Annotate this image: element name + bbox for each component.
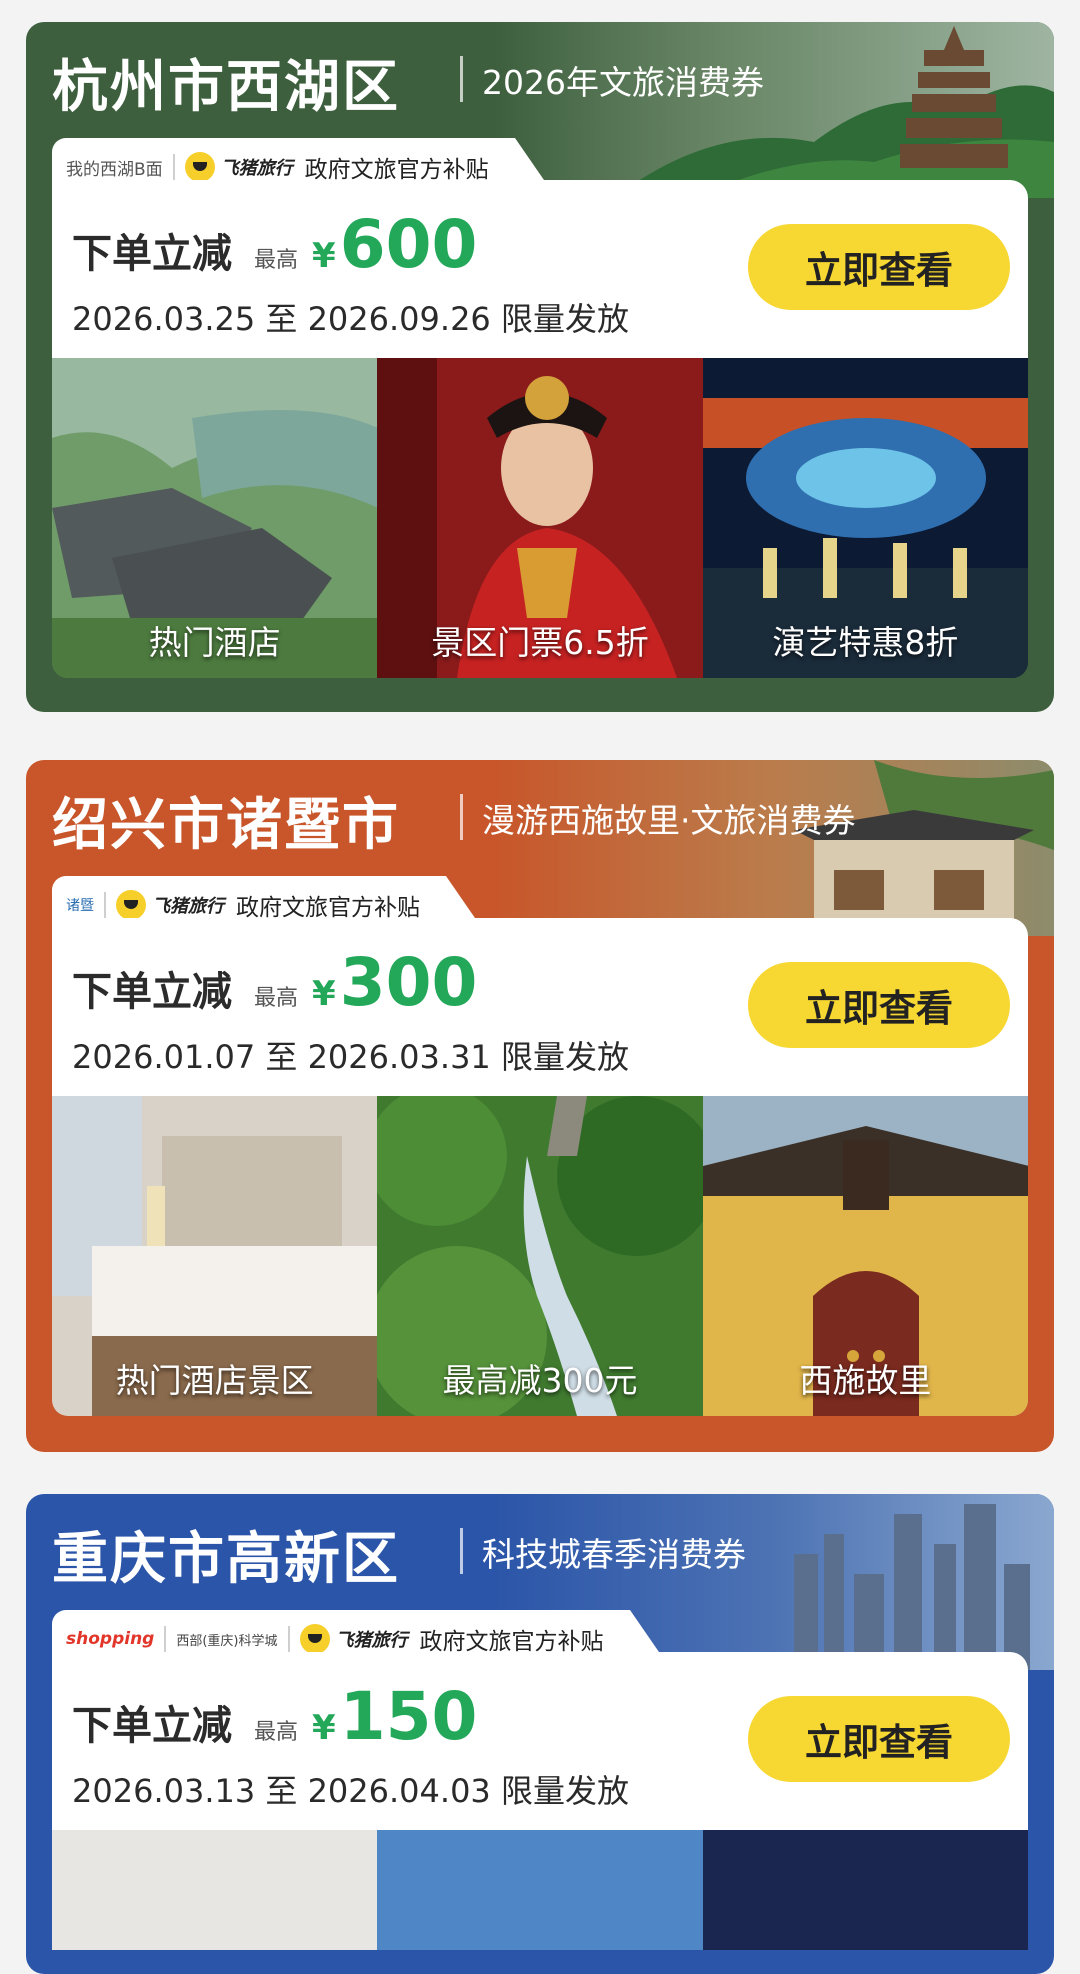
coupon-feed: 杭州市西湖区 2026年文旅消费券 我的西湖B面 飞猪旅行 政府文旅官方补贴 下…: [0, 0, 1080, 1974]
max-label: 最高: [254, 1720, 299, 1745]
sky-photo-icon: [377, 1830, 703, 1950]
deal-panel: 下单立减 最高 ¥ 300 2026.01.07 至 2026.03.31 限量…: [52, 918, 1028, 1096]
view-now-button[interactable]: 立即查看: [748, 224, 1010, 310]
view-now-button[interactable]: 立即查看: [748, 1696, 1010, 1782]
deal-panel: 下单立减 最高 ¥ 150 2026.03.13 至 2026.04.03 限量…: [52, 1652, 1028, 1830]
deal-line: 下单立减 最高 ¥ 300: [72, 944, 477, 1021]
night-photo-icon: [702, 1830, 1028, 1950]
hotel-photo-icon: [52, 1830, 378, 1950]
subsidy-label: 政府文旅官方补贴: [236, 895, 420, 921]
currency-symbol: ¥: [312, 236, 336, 276]
banner: 重庆市高新区 科技城春季消费券 shopping 西部(重庆)科学城 飞猪旅行 …: [26, 1494, 1054, 1670]
tile-caption: 热门酒店景区: [115, 1361, 314, 1400]
city-title: 重庆市高新区: [52, 1527, 400, 1592]
deal-line: 下单立减 最高 ¥ 600: [72, 206, 477, 283]
title-divider: [460, 794, 463, 840]
currency-symbol: ¥: [312, 1708, 336, 1748]
brand-name: 飞猪旅行: [152, 896, 224, 917]
discount-amount: 150: [339, 1678, 478, 1755]
photo-row: [52, 1830, 1028, 1950]
tile-discount[interactable]: 最高减300元: [377, 1096, 703, 1416]
banner: 绍兴市诸暨市 漫游西施故里·文旅消费券 诸暨 飞猪旅行 政府文旅官方补贴: [26, 760, 1054, 936]
tile-caption: 热门酒店: [148, 623, 281, 662]
separator: [104, 892, 106, 918]
tile-hotel[interactable]: 热门酒店: [52, 358, 378, 678]
tile-xishi-hometown[interactable]: 西施故里: [702, 1096, 1028, 1416]
discount-amount: 300: [339, 944, 478, 1021]
separator: [164, 1626, 167, 1652]
date-range: 2026.03.13 至 2026.04.03 限量发放: [72, 1772, 629, 1810]
tagline: 2026年文旅消费券: [482, 63, 764, 102]
separator: [172, 154, 175, 180]
title-divider: [460, 1528, 463, 1574]
deal-panel: 下单立减 最高 ¥ 600 2026.03.25 至 2026.09.26 限量…: [52, 180, 1028, 358]
deal-line: 下单立减 最高 ¥ 150: [72, 1678, 477, 1755]
city-title: 绍兴市诸暨市: [52, 793, 400, 858]
date-range: 2026.01.07 至 2026.03.31 限量发放: [72, 1038, 629, 1076]
pagoda-hills-icon: [494, 22, 1054, 198]
old-street-icon: [494, 760, 1054, 936]
coupon-card-hangzhou[interactable]: 杭州市西湖区 2026年文旅消费券 我的西湖B面 飞猪旅行 政府文旅官方补贴 下…: [26, 22, 1054, 712]
title-divider: [460, 56, 463, 102]
coupon-card-zhuji[interactable]: 绍兴市诸暨市 漫游西施故里·文旅消费券 诸暨 飞猪旅行 政府文旅官方补贴 下单立…: [26, 760, 1054, 1452]
view-now-button[interactable]: 立即查看: [748, 962, 1010, 1048]
max-label: 最高: [254, 248, 299, 273]
tagline: 漫游西施故里·文旅消费券: [482, 801, 856, 840]
tile-caption: 最高减300元: [442, 1361, 638, 1400]
currency-symbol: ¥: [312, 974, 336, 1014]
tile-shows[interactable]: 演艺特惠8折: [702, 358, 1028, 678]
date-range: 2026.03.25 至 2026.09.26 限量发放: [72, 300, 629, 338]
tile-3[interactable]: [702, 1830, 1028, 1950]
tile-hotel-scenic[interactable]: 热门酒店景区: [52, 1096, 378, 1416]
tile-caption: 演艺特惠8折: [772, 623, 959, 662]
separator: [287, 1626, 290, 1652]
tile-caption: 西施故里: [799, 1361, 932, 1400]
fliggy-logo-icon: [116, 890, 146, 920]
tile-caption: 景区门票6.5折: [431, 623, 649, 662]
deal-label: 下单立减: [72, 231, 232, 277]
tile-2[interactable]: [377, 1830, 703, 1950]
brand-name: 飞猪旅行: [335, 1630, 408, 1651]
deal-label: 下单立减: [72, 969, 232, 1015]
banner: 杭州市西湖区 2026年文旅消费券 我的西湖B面 飞猪旅行 政府文旅官方补贴: [26, 22, 1054, 198]
subsidy-label: 政府文旅官方补贴: [419, 1629, 604, 1655]
photo-row: 热门酒店景区 最高减300元 西施故里: [52, 1096, 1028, 1416]
deal-label: 下单立减: [72, 1703, 232, 1749]
fliggy-logo-icon: [299, 1624, 330, 1654]
city-title: 杭州市西湖区: [52, 55, 400, 120]
tagline: 科技城春季消费券: [482, 1535, 746, 1574]
brand-name: 飞猪旅行: [220, 158, 293, 179]
subsidy-label: 政府文旅官方补贴: [304, 157, 489, 183]
fliggy-logo-icon: [184, 152, 215, 182]
tile-1[interactable]: [52, 1830, 378, 1950]
coupon-card-chongqing[interactable]: 重庆市高新区 科技城春季消费券 shopping 西部(重庆)科学城 飞猪旅行 …: [26, 1494, 1054, 1974]
photo-row: 热门酒店 景区门票6.5折 演艺特惠8折: [52, 358, 1028, 678]
tile-tickets[interactable]: 景区门票6.5折: [377, 358, 703, 678]
discount-amount: 600: [339, 206, 478, 283]
max-label: 最高: [254, 986, 299, 1011]
